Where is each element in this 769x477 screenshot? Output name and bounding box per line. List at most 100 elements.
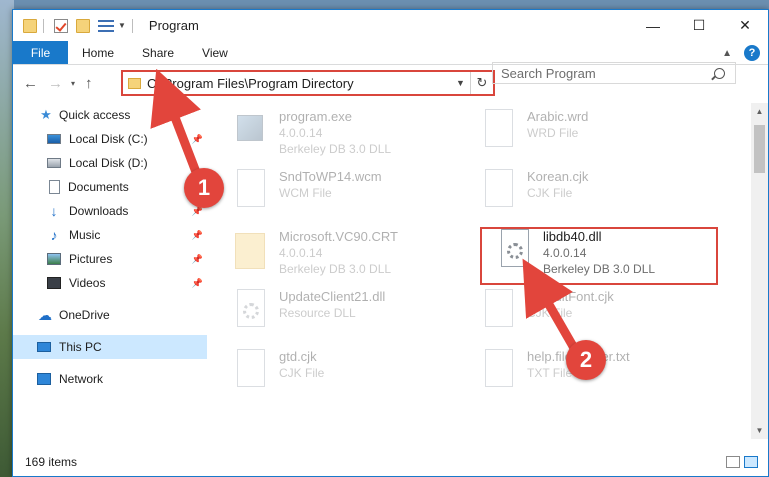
file-name: Korean.cjk — [527, 169, 589, 184]
scrollbar-thumb[interactable] — [754, 125, 765, 173]
file-item[interactable]: Microsoft.VC90.CRT 4.0.0.14 Berkeley DB … — [233, 229, 473, 285]
folder-icon — [23, 18, 37, 33]
address-bar[interactable]: C:\Program Files\Program Directory ▼ ↻ — [121, 70, 495, 96]
title-bar: ▼ Program — ☐ ✕ — [13, 10, 768, 41]
file-type: WCM File — [279, 186, 332, 200]
pin-icon[interactable]: 📌 — [192, 230, 203, 241]
file-item[interactable]: SndToWP14.wcm WCM File — [233, 169, 473, 225]
dll-icon — [233, 289, 271, 337]
maximize-button[interactable]: ☐ — [676, 10, 722, 41]
recent-locations-button[interactable]: ▾ — [71, 79, 75, 88]
refresh-icon[interactable]: ↻ — [471, 75, 493, 91]
search-box[interactable]: Search Program — [492, 62, 736, 84]
search-icon[interactable] — [714, 67, 725, 79]
status-bar: 169 items — [13, 448, 768, 476]
view-switcher — [726, 456, 758, 468]
sidebar-item-label: Network — [59, 372, 104, 386]
folder-icon — [233, 229, 271, 277]
file-icon — [481, 289, 519, 337]
back-button[interactable]: ← — [23, 75, 38, 92]
file-item[interactable]: Korean.cjk CJK File — [481, 169, 721, 225]
scroll-down-icon[interactable]: ▼ — [751, 422, 768, 439]
divider — [43, 18, 44, 33]
properties-check-icon[interactable] — [54, 18, 68, 33]
sidebar-item-onedrive[interactable]: ☁ OneDrive — [13, 303, 207, 327]
file-icon — [481, 169, 519, 217]
file-item[interactable]: Arabic.wrd WRD File — [481, 109, 721, 165]
star-icon: ★ — [40, 107, 52, 122]
this-pc-icon — [37, 342, 51, 352]
sidebar-item-network[interactable]: Network — [13, 367, 207, 391]
sidebar-item-quick-access[interactable]: ★ Quick access — [13, 103, 207, 127]
address-dropdown-icon[interactable]: ▼ — [451, 72, 471, 94]
step-badge-1: 1 — [184, 168, 224, 208]
file-icon — [233, 169, 271, 217]
downloads-icon: ↓ — [50, 203, 58, 219]
step-badge-2: 2 — [566, 340, 606, 380]
pictures-icon — [47, 253, 61, 265]
file-item[interactable]: UpdateClient21.dll Resource DLL — [233, 289, 473, 345]
collapse-ribbon-icon[interactable]: ▲ — [722, 48, 732, 59]
scroll-up-icon[interactable]: ▲ — [751, 103, 768, 120]
sidebar-item-local-disk-d[interactable]: Local Disk (D:) — [13, 151, 207, 175]
file-item[interactable]: program.exe 4.0.0.14 Berkeley DB 3.0 DLL — [233, 109, 473, 165]
tiles-view-icon[interactable] — [744, 456, 758, 468]
chevron-down-icon[interactable]: ▼ — [118, 21, 126, 30]
sidebar-item-label: Pictures — [69, 252, 113, 266]
close-button[interactable]: ✕ — [722, 10, 768, 41]
onedrive-icon: ☁ — [38, 306, 52, 323]
file-item[interactable]: DefaultFont.cjk CJK File — [481, 289, 721, 345]
sidebar-item-documents[interactable]: Documents 📌 — [13, 175, 207, 199]
divider — [131, 18, 133, 33]
file-name: Arabic.wrd — [527, 109, 589, 124]
sidebar-item-label: OneDrive — [59, 308, 110, 322]
address-path[interactable]: C:\Program Files\Program Directory — [147, 76, 451, 91]
sidebar-item-label: Documents — [68, 180, 129, 194]
ribbon-right-controls: ▲ ? — [722, 45, 760, 61]
sidebar-item-this-pc[interactable]: This PC — [13, 335, 207, 359]
sidebar-item-label: Music — [69, 228, 101, 242]
sidebar-item-pictures[interactable]: Pictures 📌 — [13, 247, 207, 271]
file-type: CJK File — [527, 186, 573, 200]
sidebar-item-videos[interactable]: Videos 📌 — [13, 271, 207, 295]
file-icon — [481, 349, 519, 397]
network-icon — [37, 373, 51, 385]
tab-view[interactable]: View — [188, 41, 242, 64]
drive-icon — [47, 158, 61, 168]
help-icon[interactable]: ? — [744, 45, 760, 61]
sidebar-item-label: This PC — [59, 340, 102, 354]
sidebar-item-music[interactable]: ♪ Music 📌 — [13, 223, 207, 247]
forward-button[interactable]: → — [48, 75, 63, 92]
item-count: 169 items — [25, 455, 78, 469]
pin-icon[interactable]: 📌 — [192, 254, 203, 265]
drive-icon — [47, 134, 61, 144]
navigation-pane: ★ Quick access Local Disk (C:) 📌 Local D… — [13, 103, 207, 433]
pin-icon[interactable]: 📌 — [192, 134, 203, 145]
details-view-icon[interactable] — [726, 456, 740, 468]
tab-home[interactable]: Home — [68, 41, 128, 64]
videos-icon — [47, 277, 61, 289]
highlight-box — [480, 227, 718, 285]
tab-file[interactable]: File — [13, 41, 68, 64]
file-description: Berkeley DB 3.0 DLL — [279, 142, 392, 156]
file-version: 4.0.0.14 — [279, 126, 323, 140]
file-icon — [481, 109, 519, 157]
search-input[interactable]: Search Program — [501, 66, 714, 81]
vertical-scrollbar[interactable]: ▲ ▼ — [751, 103, 768, 439]
window-title: Program — [148, 18, 199, 33]
file-icon — [233, 349, 271, 397]
sidebar-item-local-disk-c[interactable]: Local Disk (C:) 📌 — [13, 127, 207, 151]
minimize-button[interactable]: — — [630, 10, 676, 41]
file-name: Microsoft.VC90.CRT — [279, 229, 398, 244]
file-name: gtd.cjk — [279, 349, 317, 364]
tab-share[interactable]: Share — [128, 41, 188, 64]
pin-icon[interactable]: 📌 — [192, 278, 203, 289]
file-item[interactable]: gtd.cjk CJK File — [233, 349, 473, 405]
sidebar-item-label: Local Disk (D:) — [69, 156, 148, 170]
customize-toolbar-icon[interactable] — [98, 19, 114, 32]
sidebar-item-downloads[interactable]: ↓ Downloads 📌 — [13, 199, 207, 223]
file-type: WRD File — [527, 126, 579, 140]
new-folder-icon[interactable] — [76, 18, 90, 33]
music-icon: ♪ — [50, 227, 58, 243]
up-button[interactable]: ↑ — [85, 75, 93, 92]
